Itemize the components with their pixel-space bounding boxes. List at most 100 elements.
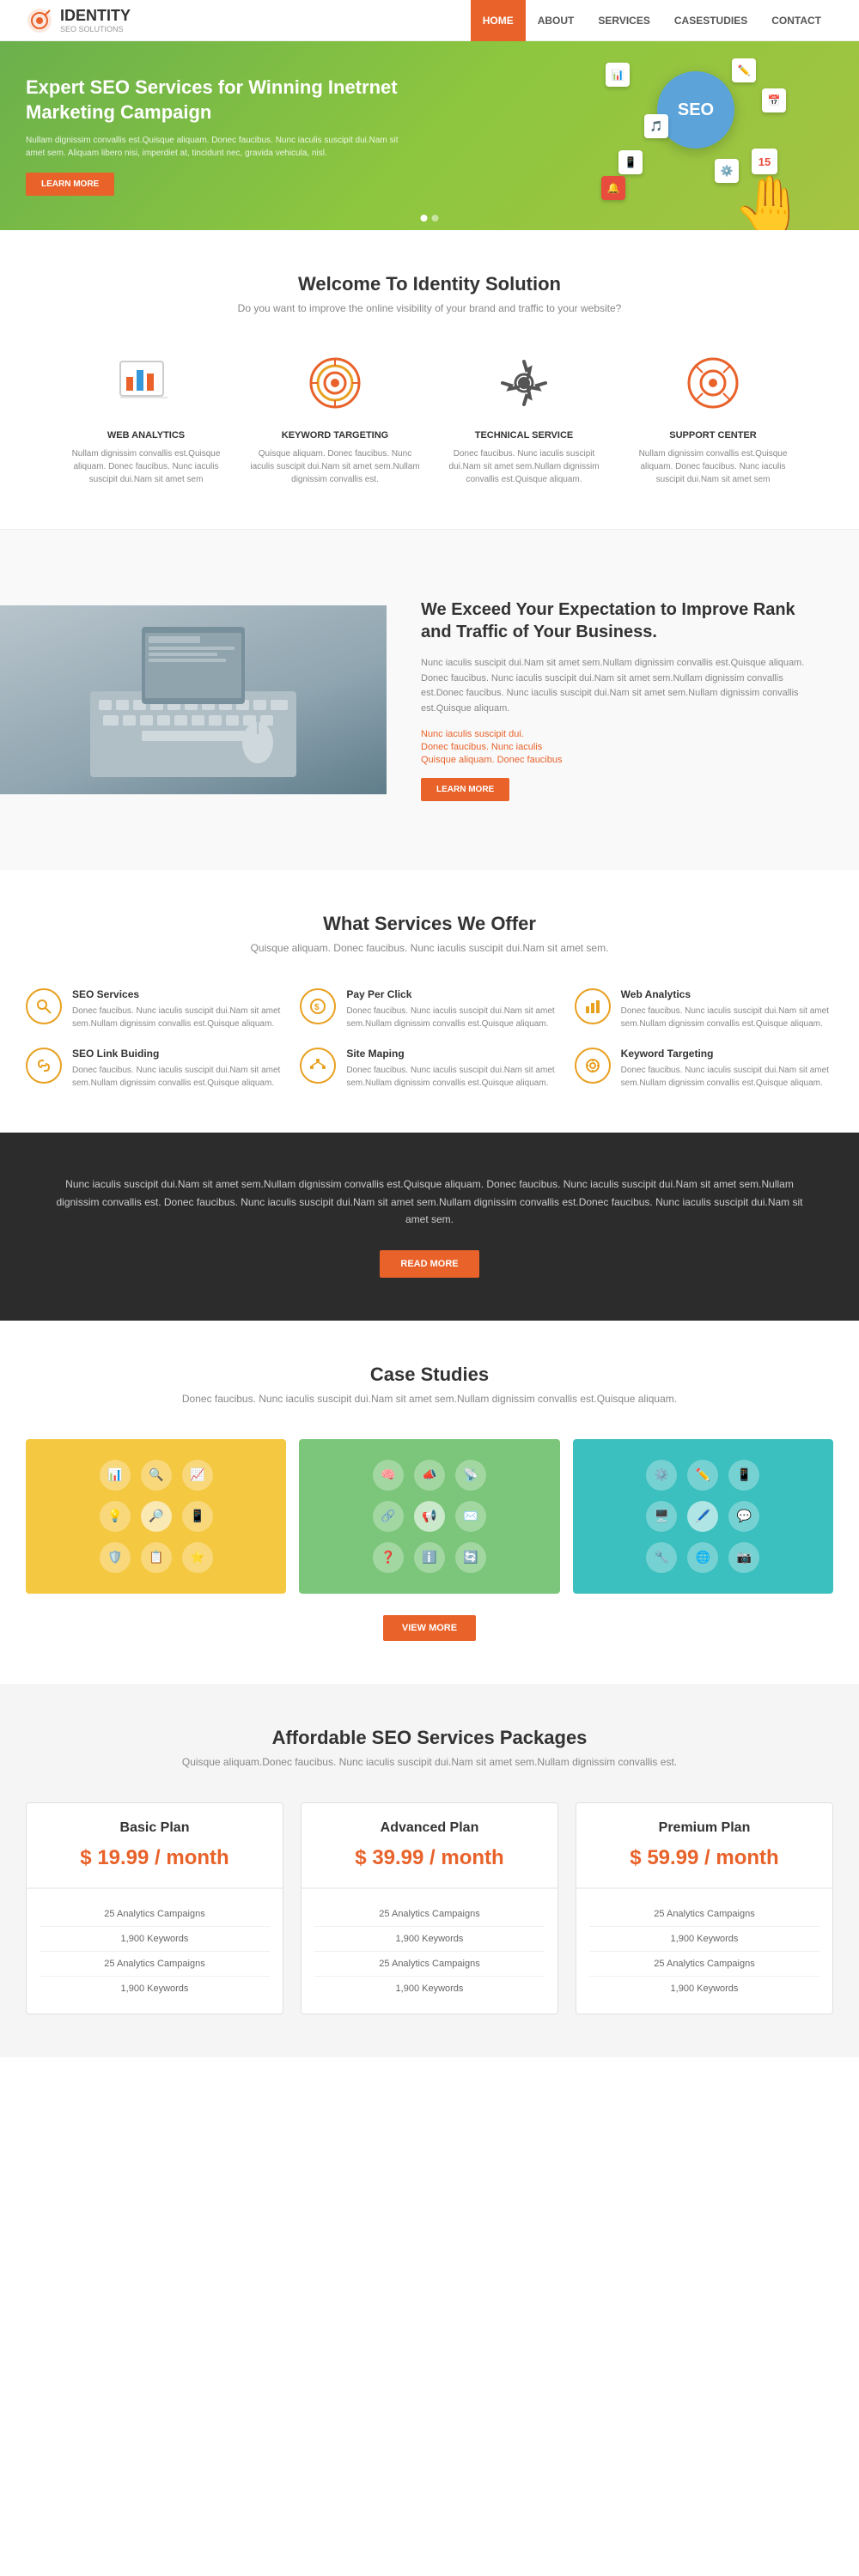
- services-subtitle: Quisque aliquam. Donec faucibus. Nunc ia…: [26, 942, 833, 954]
- hero-learn-more-button[interactable]: LEARN MORE: [26, 173, 114, 196]
- case-icon-1-6: 📱: [182, 1501, 213, 1532]
- basic-feature-4: 1,900 Keywords: [40, 1977, 270, 2001]
- feature-1-title: WEB ANALYTICS: [60, 430, 232, 440]
- case-studies-section: Case Studies Donec faucibus. Nunc iaculi…: [0, 1321, 859, 1684]
- basic-plan-name: Basic Plan: [40, 1820, 270, 1836]
- case-icon-1-1: 📊: [100, 1460, 131, 1491]
- case-icon-2-9: 🔄: [455, 1542, 486, 1573]
- feature-support: SUPPORT CENTER Nullam dignissim convalli…: [627, 349, 799, 486]
- service-2-text: Donec faucibus. Nunc iaculis suscipit du…: [346, 1005, 557, 1030]
- case-card-3: ⚙️ ✏️ 📱 🖥️ 🖊️ 💬 🔧 🌐 📷: [573, 1439, 833, 1594]
- feature-web-analytics: WEB ANALYTICS Nullam dignissim convallis…: [60, 349, 232, 486]
- dot-2[interactable]: [432, 215, 439, 222]
- case-icon-3-8: 🌐: [687, 1542, 718, 1573]
- pricing-subtitle: Quisque aliquam.Donec faucibus. Nunc iac…: [26, 1756, 833, 1768]
- rank-text: Nunc iaculis suscipit dui.Nam sit amet s…: [421, 656, 825, 716]
- basic-feature-1: 25 Analytics Campaigns: [40, 1902, 270, 1927]
- service-4-title: SEO Link Buiding: [72, 1048, 283, 1060]
- dark-section: Nunc iaculis suscipit dui.Nam sit amet s…: [0, 1133, 859, 1320]
- case-icon-3-7: 🔧: [646, 1542, 677, 1573]
- case-icon-1-7: 🛡️: [100, 1542, 131, 1573]
- case-card-1: 📊 🔍 📈 💡 🔎 📱 🛡️ 📋 ⭐: [26, 1439, 286, 1594]
- premium-feature-1: 25 Analytics Campaigns: [589, 1902, 819, 1927]
- service-3-text: Donec faucibus. Nunc iaculis suscipit du…: [621, 1005, 832, 1030]
- services-grid: SEO Services Donec faucibus. Nunc iaculi…: [26, 988, 833, 1090]
- case-icon-2-8: ℹ️: [414, 1542, 445, 1573]
- basic-plan-price: $ 19.99 / month: [40, 1846, 270, 1870]
- welcome-section: Welcome To Identity Solution Do you want…: [0, 230, 859, 529]
- analytics-icon-wrap: [112, 349, 180, 417]
- hero-illustration: SEO 🤚 📊 ✏️ 📅 📱 🎵 ⚙️ 🔔 15: [387, 41, 859, 230]
- pricing-title: Affordable SEO Services Packages: [26, 1727, 833, 1749]
- float-icon-1: 📊: [606, 63, 630, 87]
- logo-name: IDENTITY: [60, 7, 131, 24]
- case-icons-1: 📊 🔍 📈 💡 🔎 📱 🛡️ 📋 ⭐: [98, 1458, 215, 1575]
- float-icon-8: 15: [752, 149, 777, 174]
- hand-icon: 🤚: [733, 173, 807, 230]
- svg-text:$: $: [314, 1003, 320, 1012]
- tablet-visual: [0, 605, 387, 794]
- service-site-mapping: Site Maping Donec faucibus. Nunc iaculis…: [300, 1048, 557, 1090]
- basic-feature-2: 1,900 Keywords: [40, 1927, 270, 1952]
- targeting-icon-wrap: [301, 349, 369, 417]
- case-icons-2: 🧠 📣 📡 🔗 📢 ✉️ ❓ ℹ️ 🔄: [371, 1458, 488, 1575]
- premium-feature-4: 1,900 Keywords: [589, 1977, 819, 2001]
- analytics-icon: [116, 353, 176, 413]
- case-icon-1-9: ⭐: [182, 1542, 213, 1573]
- float-icon-7: 🔔: [601, 176, 625, 200]
- case-icons-3: ⚙️ ✏️ 📱 🖥️ 🖊️ 💬 🔧 🌐 📷: [644, 1458, 761, 1575]
- nav-services[interactable]: SERVICES: [586, 0, 661, 41]
- targeting-icon: [305, 353, 365, 413]
- case-icon-3-6: 💬: [728, 1501, 759, 1532]
- service-1-text: Donec faucibus. Nunc iaculis suscipit du…: [72, 1005, 283, 1030]
- service-2-title: Pay Per Click: [346, 988, 557, 1000]
- basic-plan-features: 25 Analytics Campaigns 1,900 Keywords 25…: [27, 1889, 283, 2014]
- logo-subtitle: SEO SOLUTIONS: [60, 25, 131, 33]
- hero-content: Expert SEO Services for Winning Inetrnet…: [0, 50, 430, 221]
- feature-technical: TECHNICAL SERVICE Donec faucibus. Nunc i…: [438, 349, 610, 486]
- service-keyword: Keyword Targeting Donec faucibus. Nunc i…: [575, 1048, 832, 1090]
- ppc-service-icon: $: [300, 988, 336, 1024]
- view-more-button[interactable]: VIEW MORE: [383, 1615, 476, 1641]
- service-seo: SEO Services Donec faucibus. Nunc iaculi…: [26, 988, 283, 1030]
- case-icon-3-2: ✏️: [687, 1460, 718, 1491]
- pricing-card-basic: Basic Plan $ 19.99 / month 25 Analytics …: [26, 1802, 283, 2014]
- nav-casestudies[interactable]: CASESTUDIES: [662, 0, 759, 41]
- navigation: IDENTITY SEO SOLUTIONS HOME ABOUT SERVIC…: [0, 0, 859, 41]
- link-service-icon: [26, 1048, 62, 1084]
- hero-title: Expert SEO Services for Winning Inetrnet…: [26, 76, 404, 125]
- feature-2-text: Quisque aliquam. Donec faucibus. Nunc ia…: [249, 447, 421, 486]
- gear-icon-wrap: [490, 349, 558, 417]
- service-3-title: Web Analytics: [621, 988, 832, 1000]
- premium-feature-3: 25 Analytics Campaigns: [589, 1952, 819, 1977]
- service-analytics: Web Analytics Donec faucibus. Nunc iacul…: [575, 988, 832, 1030]
- basic-feature-3: 25 Analytics Campaigns: [40, 1952, 270, 1977]
- nav-home[interactable]: HOME: [471, 0, 526, 41]
- nav-contact[interactable]: CONTACT: [759, 0, 833, 41]
- advanced-feature-3: 25 Analytics Campaigns: [314, 1952, 545, 1977]
- case-icon-3-center: 🖊️: [687, 1501, 718, 1532]
- case-icon-2-2: 📣: [414, 1460, 445, 1491]
- case-studies-title: Case Studies: [26, 1364, 833, 1386]
- premium-plan-price: $ 59.99 / month: [589, 1846, 819, 1870]
- basic-plan-header: Basic Plan $ 19.99 / month: [27, 1803, 283, 1889]
- case-icon-2-1: 🧠: [373, 1460, 404, 1491]
- support-icon-wrap: [679, 349, 747, 417]
- pricing-grid: Basic Plan $ 19.99 / month 25 Analytics …: [26, 1802, 833, 2014]
- read-more-button[interactable]: READ MORE: [380, 1250, 478, 1278]
- service-1-title: SEO Services: [72, 988, 283, 1000]
- hero-text: Nullam dignissim convallis est.Quisque a…: [26, 134, 404, 160]
- feature-1-text: Nullam dignissim convallis est.Quisque a…: [60, 447, 232, 486]
- service-6-text: Donec faucibus. Nunc iaculis suscipit du…: [621, 1064, 832, 1090]
- nav-about[interactable]: ABOUT: [526, 0, 587, 41]
- feature-keyword-targeting: KEYWORD TARGETING Quisque aliquam. Donec…: [249, 349, 421, 486]
- premium-plan-header: Premium Plan $ 59.99 / month: [576, 1803, 832, 1889]
- services-section: What Services We Offer Quisque aliquam. …: [0, 870, 859, 1133]
- case-studies-subtitle: Donec faucibus. Nunc iaculis suscipit du…: [26, 1393, 833, 1405]
- dark-text: Nunc iaculis suscipit dui.Nam sit amet s…: [52, 1176, 807, 1228]
- logo: IDENTITY SEO SOLUTIONS: [26, 7, 131, 34]
- hero-section: Expert SEO Services for Winning Inetrnet…: [0, 41, 859, 230]
- rank-learn-more-button[interactable]: LEARN MORE: [421, 778, 509, 801]
- case-icon-3-1: ⚙️: [646, 1460, 677, 1491]
- case-icon-1-4: 💡: [100, 1501, 131, 1532]
